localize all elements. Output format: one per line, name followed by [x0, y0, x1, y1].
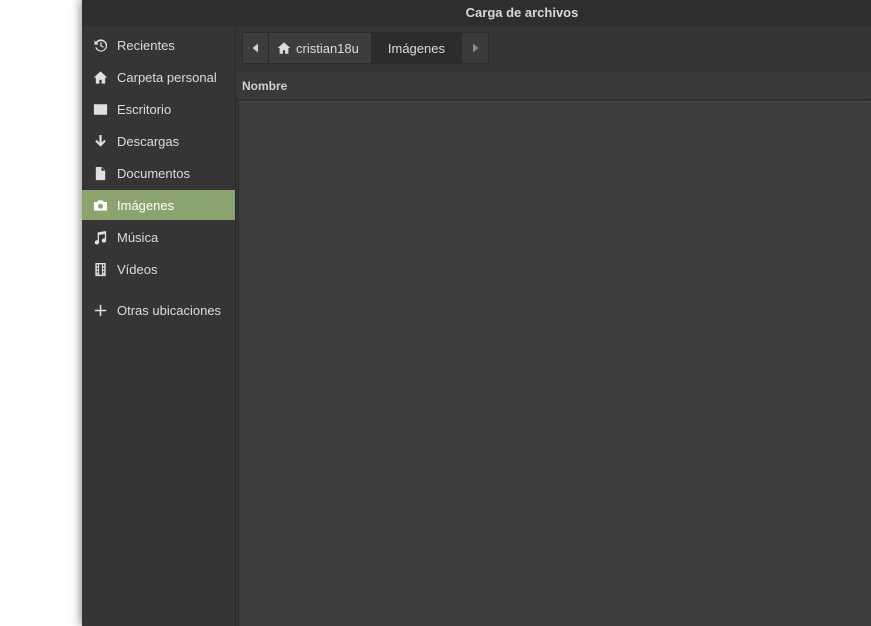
desktop-icon: [92, 101, 108, 117]
sidebar-item-descargas[interactable]: Descargas: [82, 126, 235, 156]
path-home-button[interactable]: cristian18u: [269, 32, 372, 64]
path-bar: cristian18u Imágenes: [242, 32, 489, 64]
path-forward-button[interactable]: [461, 32, 489, 64]
clock-history-icon: [92, 37, 108, 53]
home-icon: [277, 41, 296, 55]
file-list-area[interactable]: [238, 101, 871, 626]
main-panel: cristian18u Imágenes Nombre: [236, 26, 871, 626]
path-back-button[interactable]: [242, 32, 269, 64]
sidebar-item-label: Descargas: [117, 133, 180, 149]
chevron-left-icon: [251, 43, 261, 53]
download-arrow-icon: [92, 133, 108, 149]
sidebar-item-label: Carpeta personal: [117, 69, 217, 85]
home-icon: [92, 69, 108, 85]
window-title: Carga de archivos: [465, 5, 579, 20]
path-current-button[interactable]: Imágenes: [371, 32, 462, 64]
file-chooser-dialog: Carga de archivos Recientes Carpeta pers…: [82, 0, 871, 626]
sidebar-item-escritorio[interactable]: Escritorio: [82, 94, 235, 124]
places-sidebar: Recientes Carpeta personal Escritorio De…: [82, 26, 236, 626]
chevron-right-icon: [470, 43, 480, 53]
sidebar-item-documentos[interactable]: Documentos: [82, 158, 235, 188]
sidebar-item-recientes[interactable]: Recientes: [82, 30, 235, 60]
sidebar-item-label: Vídeos: [117, 261, 158, 277]
plus-icon: [92, 302, 108, 318]
document-icon: [92, 165, 108, 181]
path-current-label: Imágenes: [387, 40, 445, 56]
sidebar-item-musica[interactable]: Música: [82, 222, 235, 252]
sidebar-item-videos[interactable]: Vídeos: [82, 254, 235, 284]
path-home-label: cristian18u: [296, 40, 359, 56]
sidebar-item-label: Documentos: [117, 165, 190, 181]
music-note-icon: [92, 229, 108, 245]
column-header-name[interactable]: Nombre: [236, 72, 871, 100]
title-bar[interactable]: Carga de archivos: [82, 0, 871, 26]
sidebar-item-carpeta-personal[interactable]: Carpeta personal: [82, 62, 235, 92]
film-icon: [92, 261, 108, 277]
sidebar-item-label: Otras ubicaciones: [117, 302, 222, 318]
column-header-label: Nombre: [242, 79, 288, 93]
sidebar-item-label: Música: [117, 229, 159, 245]
sidebar-item-label: Recientes: [117, 37, 175, 53]
sidebar-item-imagenes[interactable]: Imágenes: [82, 190, 235, 220]
sidebar-item-label: Escritorio: [117, 101, 172, 117]
sidebar-item-otras-ubicaciones[interactable]: Otras ubicaciones: [82, 295, 235, 325]
camera-icon: [92, 197, 108, 213]
sidebar-item-label: Imágenes: [117, 197, 175, 213]
